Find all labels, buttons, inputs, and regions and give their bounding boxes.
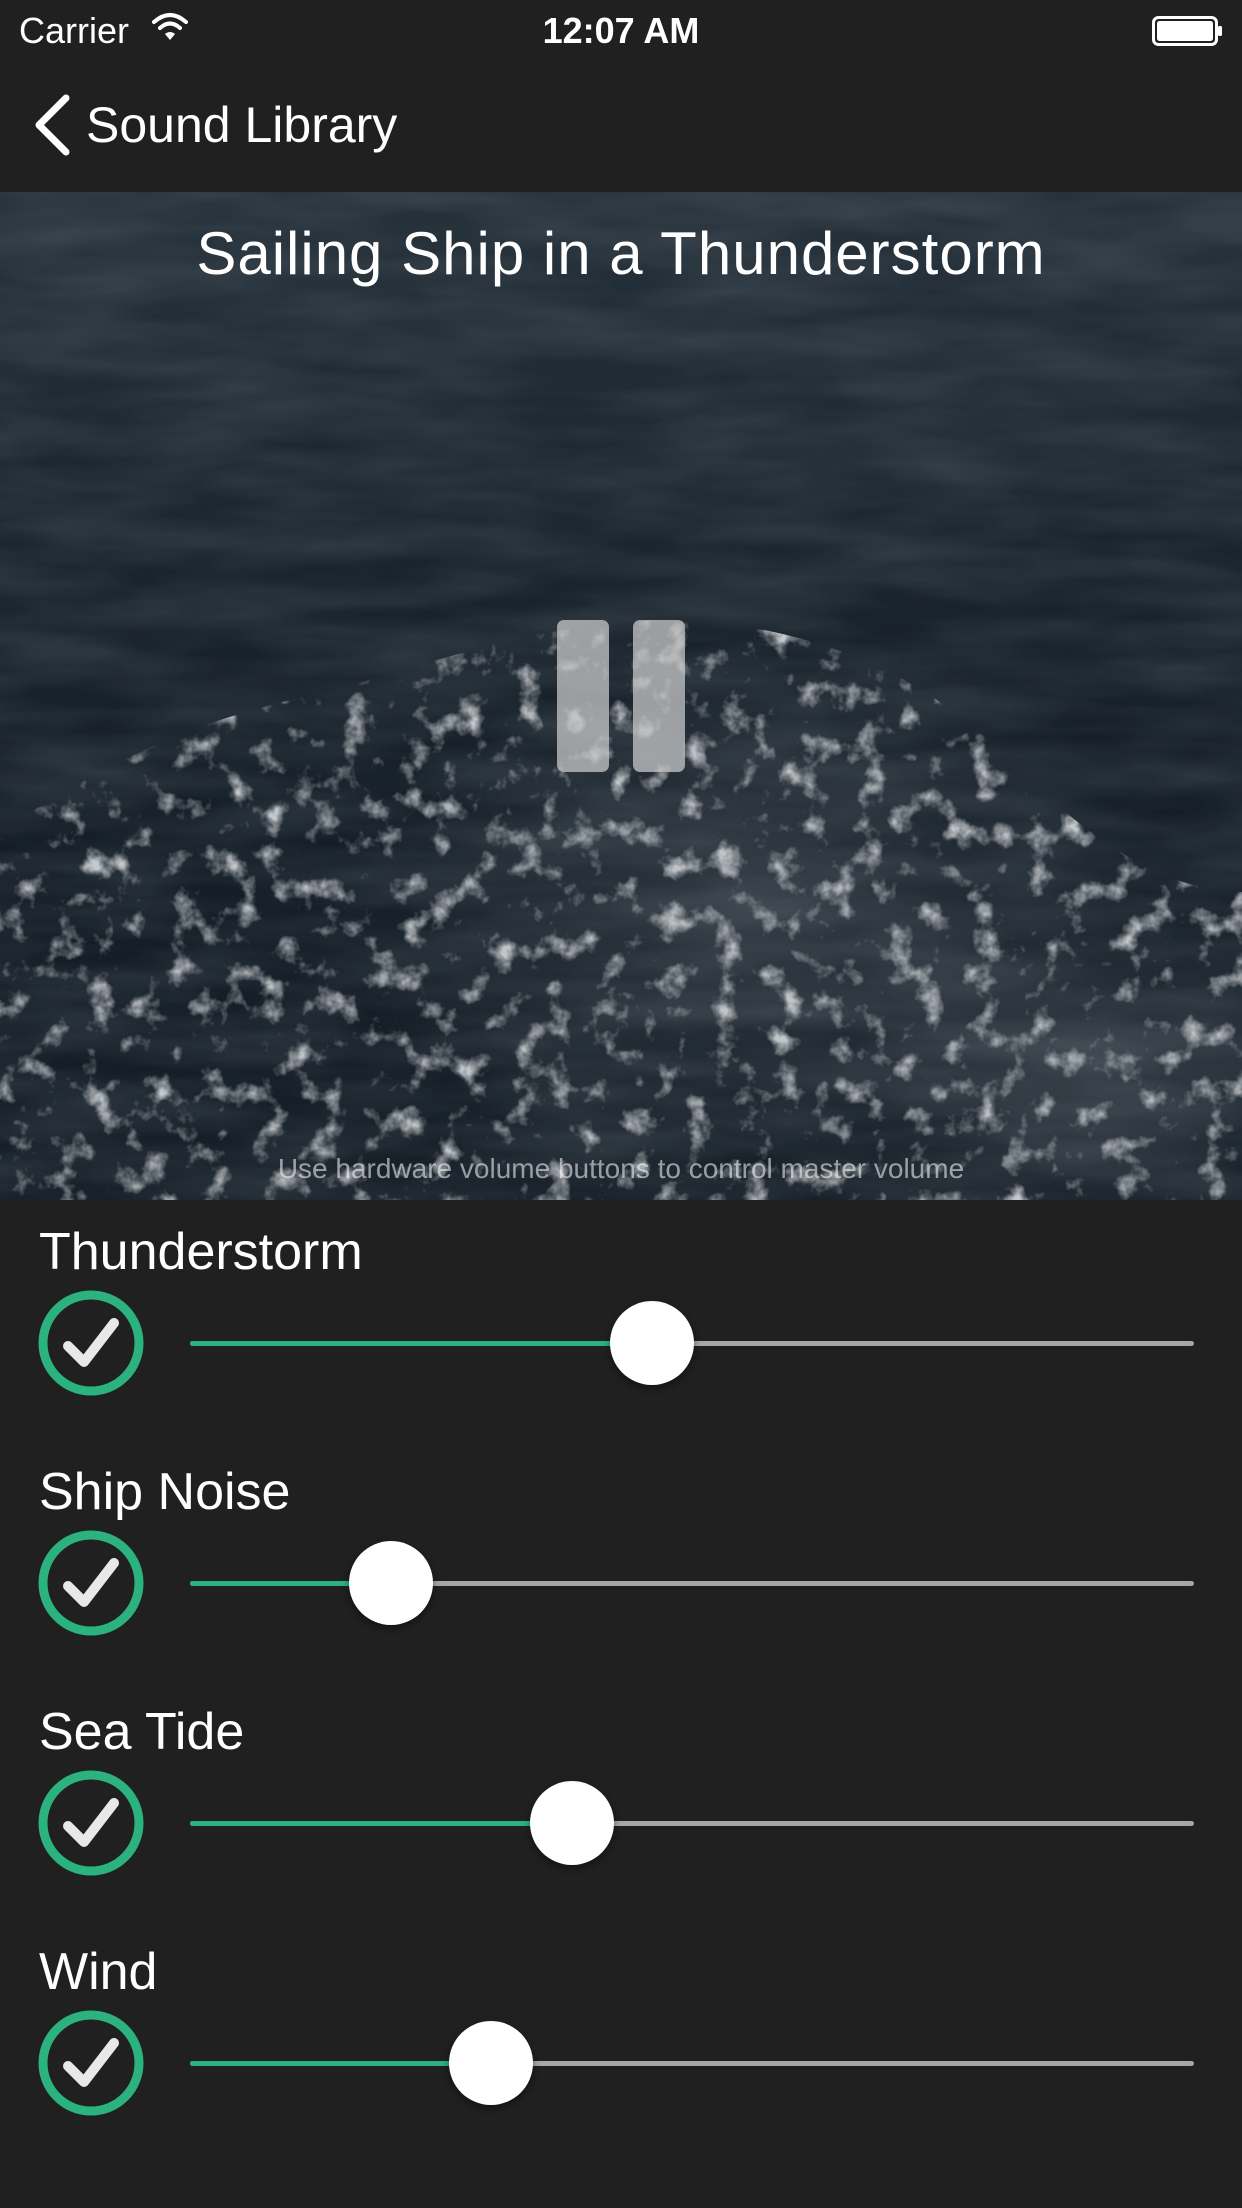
mixer-row-wind: Wind	[0, 1940, 1242, 2170]
slider-thumb[interactable]	[529, 1781, 614, 1865]
mixer-row-thunderstorm: Thunderstorm	[0, 1220, 1242, 1450]
mixer-row-sea-tide: Sea Tide	[0, 1700, 1242, 1930]
status-time: 12:07 AM	[542, 10, 700, 51]
navigation-bar: Sound Library	[0, 62, 1242, 192]
hero-artwork: Sailing Ship in a Thunderstorm Use hardw…	[0, 192, 1242, 1200]
slider-thumb[interactable]	[609, 1301, 694, 1385]
chevron-left-icon	[35, 94, 70, 156]
checkmark-toggle-icon[interactable]	[38, 1530, 144, 1636]
back-label: Sound Library	[86, 97, 398, 153]
battery-icon	[1152, 16, 1222, 46]
slider-thumb[interactable]	[449, 2021, 534, 2105]
track-label: Ship Noise	[39, 1463, 291, 1521]
slider-thumb[interactable]	[348, 1541, 433, 1625]
track-label: Thunderstorm	[39, 1223, 363, 1281]
volume-slider[interactable]	[190, 1300, 1194, 1386]
checkmark-toggle-icon[interactable]	[38, 2010, 144, 2116]
status-bar: Carrier 12:07 AM	[0, 0, 1242, 62]
slider-fill	[190, 1821, 572, 1826]
pause-button[interactable]	[557, 620, 685, 772]
slider-fill	[190, 1341, 652, 1346]
volume-hint: Use hardware volume buttons to control m…	[277, 1153, 965, 1184]
checkmark-toggle-icon[interactable]	[38, 1290, 144, 1396]
track-label: Wind	[39, 1943, 158, 2001]
pause-bar-right	[633, 620, 685, 772]
volume-slider[interactable]	[190, 1540, 1194, 1626]
sound-mixer-screen: Carrier 12:07 AM Sound Library Sailing S…	[0, 0, 1242, 2208]
sound-title: Sailing Ship in a Thunderstorm	[196, 220, 1046, 287]
volume-slider[interactable]	[190, 1780, 1194, 1866]
checkmark-toggle-icon[interactable]	[38, 1770, 144, 1876]
track-label: Sea Tide	[39, 1703, 245, 1761]
back-button[interactable]: Sound Library	[30, 90, 397, 160]
slider-fill	[190, 2061, 492, 2066]
volume-slider[interactable]	[190, 2020, 1194, 2106]
mixer-row-ship-noise: Ship Noise	[0, 1460, 1242, 1690]
pause-bar-left	[557, 620, 609, 772]
